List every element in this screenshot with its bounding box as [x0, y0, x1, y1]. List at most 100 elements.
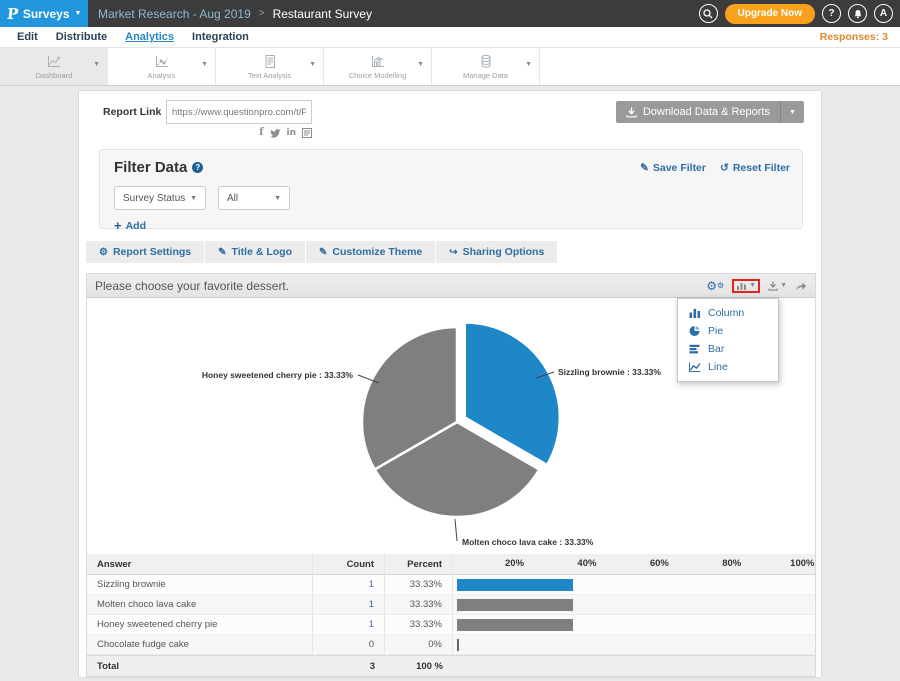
tab-report-settings[interactable]: ⚙Report Settings: [86, 241, 204, 263]
filter-help-icon[interactable]: ?: [192, 162, 203, 173]
download-icon: [626, 107, 637, 118]
tab-analysis-label: Analysis: [148, 71, 176, 80]
embed-icon[interactable]: [302, 128, 312, 138]
add-filter-button[interactable]: +Add: [114, 219, 146, 232]
header-answer: Answer: [87, 554, 313, 574]
callout-leader-line: [455, 519, 457, 541]
tab-title-logo[interactable]: ✎Title & Logo: [205, 241, 305, 263]
cell-bar: [453, 615, 815, 634]
cell-count[interactable]: 1: [313, 575, 385, 594]
dashboard-content-card: Report Link f in Download Data & Reports…: [78, 90, 822, 678]
filter-value-select[interactable]: All ▼: [218, 186, 290, 210]
percent-bar: [457, 579, 573, 591]
save-filter-button[interactable]: ✎Save Filter: [640, 162, 706, 174]
table-row-chocolate-fudge-cake: Chocolate fudge cake00%: [87, 635, 815, 655]
chart-menu-item-bar[interactable]: Bar: [678, 340, 778, 358]
chart-menu-item-column[interactable]: Column: [678, 304, 778, 322]
pie-callout-honey-sweetened-cherry-pie: Honey sweetened cherry pie : 33.33%: [202, 370, 354, 380]
report-settings-tab-strip: ⚙Report Settings ✎Title & Logo ✎Customiz…: [86, 241, 558, 263]
breadcrumb: Market Research - Aug 2019 > Restaurant …: [98, 7, 372, 21]
tab-dashboard-label: Dashboard: [36, 71, 73, 80]
filter-field-value: Survey Status: [123, 193, 185, 204]
cell-percent: 33.33%: [385, 595, 453, 614]
share-forward-icon: [795, 281, 807, 291]
question-chart-panel: Please choose your favorite dessert. ⚙⚙ …: [86, 273, 816, 677]
product-name: Surveys: [23, 7, 70, 21]
chart-menu-item-line[interactable]: Line: [678, 358, 778, 376]
total-percent: 100 %: [385, 656, 453, 676]
total-label: Total: [87, 656, 313, 676]
help-button[interactable]: ?: [822, 4, 841, 23]
plus-icon: +: [114, 219, 122, 232]
scale-tick-40: 40%: [577, 558, 596, 569]
cell-bar: [453, 635, 815, 654]
tab-dashboard[interactable]: Dashboard ▼: [0, 48, 108, 85]
responses-count[interactable]: Responses: 3: [820, 31, 892, 43]
table-row-honey-sweetened-cherry-pie: Honey sweetened cherry pie133.33%: [87, 615, 815, 635]
filter-field-select[interactable]: Survey Status ▼: [114, 186, 206, 210]
tab-sharing-options[interactable]: ↪Sharing Options: [436, 241, 557, 263]
analysis-chart-icon: [154, 54, 170, 69]
chart-settings-cogs-icon[interactable]: ⚙⚙: [706, 279, 724, 293]
chart-type-button[interactable]: ▼: [736, 281, 756, 291]
header-count: Count: [313, 554, 385, 574]
chart-download-button[interactable]: ▼: [768, 281, 787, 291]
report-link-label: Report Link: [103, 106, 161, 118]
total-bar-cell: [453, 656, 815, 676]
download-data-reports-button[interactable]: Download Data & Reports ▼: [616, 101, 804, 123]
tab-text-analysis[interactable]: Text Analysis ▼: [216, 48, 324, 85]
search-button[interactable]: [699, 4, 718, 23]
chevron-down-icon[interactable]: ▼: [93, 61, 100, 68]
facebook-icon[interactable]: f: [259, 128, 263, 138]
question-title: Please choose your favorite dessert.: [95, 279, 289, 293]
chevron-down-icon[interactable]: ▼: [309, 61, 316, 68]
chevron-down-icon[interactable]: ▼: [201, 61, 208, 68]
surveys-product-switcher[interactable]: P Surveys ▼: [0, 0, 88, 27]
table-header-row: Answer Count Percent 20%40%60%80%100%: [87, 554, 815, 575]
tab-customize-theme[interactable]: ✎Customize Theme: [306, 241, 435, 263]
reset-filter-button[interactable]: ↺Reset Filter: [720, 162, 790, 174]
linkedin-icon[interactable]: in: [287, 129, 297, 138]
twitter-icon[interactable]: [270, 129, 281, 138]
notifications-button[interactable]: [848, 4, 867, 23]
bar-chart-icon: [736, 281, 747, 291]
tab-analysis[interactable]: Analysis ▼: [108, 48, 216, 85]
cell-count[interactable]: 0: [313, 635, 385, 654]
horizontal-bar-chart-icon: [689, 344, 701, 354]
text-analysis-icon: [262, 54, 278, 69]
annotation-highlight-box: ▼: [732, 279, 760, 293]
chevron-down-icon[interactable]: ▼: [525, 61, 532, 68]
tab-choice-modelling[interactable]: Choice Modelling ▼: [324, 48, 432, 85]
share-icons-row: f in: [229, 128, 312, 138]
download-options-caret[interactable]: ▼: [780, 101, 804, 123]
total-count: 3: [313, 656, 385, 676]
breadcrumb-folder[interactable]: Market Research - Aug 2019: [98, 7, 251, 21]
upgrade-now-button[interactable]: Upgrade Now: [725, 4, 815, 24]
questionpro-logo: P: [6, 5, 19, 23]
menu-item-integration[interactable]: Integration: [183, 31, 258, 43]
cell-percent: 33.33%: [385, 575, 453, 594]
tab-manage-data-label: Manage Data: [463, 71, 508, 80]
cell-count[interactable]: 1: [313, 615, 385, 634]
account-avatar[interactable]: A: [874, 4, 893, 23]
breadcrumb-survey-name[interactable]: Restaurant Survey: [273, 7, 372, 21]
menu-item-distribute[interactable]: Distribute: [47, 31, 116, 43]
chart-panel-header: Please choose your favorite dessert. ⚙⚙ …: [87, 274, 815, 298]
menu-item-edit[interactable]: Edit: [8, 31, 47, 43]
percent-bar: [457, 639, 459, 651]
column-chart-icon: [689, 308, 701, 318]
tab-manage-data[interactable]: Manage Data ▼: [432, 48, 540, 85]
reset-icon: ↺: [720, 162, 729, 174]
tab-text-analysis-label: Text Analysis: [248, 71, 291, 80]
pencil-icon: ✎: [218, 247, 226, 258]
cell-answer: Sizzling brownie: [87, 575, 313, 594]
chart-menu-item-pie[interactable]: Pie: [678, 322, 778, 340]
chevron-down-icon[interactable]: ▼: [417, 61, 424, 68]
cell-answer: Molten choco lava cake: [87, 595, 313, 614]
bar-scale-header: 20%40%60%80%100%: [453, 554, 815, 574]
chart-share-button[interactable]: [795, 281, 807, 291]
menu-item-analytics[interactable]: Analytics: [116, 31, 183, 43]
report-link-input[interactable]: [166, 100, 312, 124]
top-navigation-bar: P Surveys ▼ Market Research - Aug 2019 >…: [0, 0, 900, 27]
cell-count[interactable]: 1: [313, 595, 385, 614]
